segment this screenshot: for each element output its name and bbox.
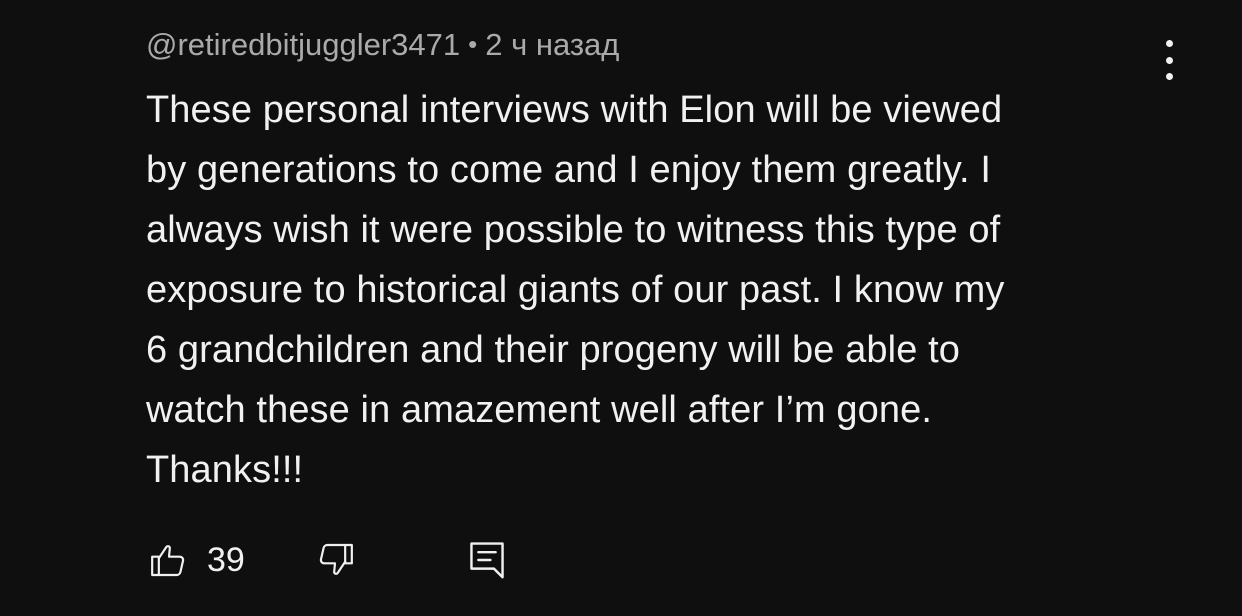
like-count: 39 bbox=[207, 541, 245, 579]
more-vertical-icon bbox=[1165, 40, 1173, 47]
comment-header: @retiredbitjuggler3471 • 2 ч назад bbox=[146, 22, 1146, 67]
comment-line: by generations to come and I enjoy them … bbox=[146, 149, 991, 191]
more-actions-button[interactable] bbox=[1154, 40, 1184, 80]
comment-line: Thanks!!! bbox=[146, 449, 304, 491]
comment-line: always wish it were possible to witness … bbox=[146, 209, 1001, 251]
thumbs-down-icon bbox=[316, 540, 356, 580]
thumbs-up-icon bbox=[148, 540, 188, 580]
like-button[interactable]: 39 bbox=[148, 538, 245, 582]
more-vertical-icon-dot bbox=[1165, 73, 1173, 80]
comment-actions-bar: 39 bbox=[148, 538, 548, 582]
comment: @retiredbitjuggler3471 • 2 ч назад These p… bbox=[146, 22, 1146, 500]
reply-comment-icon bbox=[468, 539, 506, 581]
meta-separator: • bbox=[468, 29, 478, 59]
comment-line: These personal interviews with Elon will… bbox=[146, 89, 1003, 131]
dislike-button[interactable] bbox=[316, 538, 356, 582]
comment-line: watch these in amazement well after I’m … bbox=[146, 389, 932, 431]
comment-timestamp[interactable]: 2 ч назад bbox=[485, 27, 619, 62]
reply-button[interactable] bbox=[468, 538, 506, 582]
comment-text: These personal interviews with Elon will… bbox=[146, 80, 1146, 500]
comment-line: exposure to historical giants of our pas… bbox=[146, 269, 1005, 311]
comment-line: 6 grandchildren and their progeny will b… bbox=[146, 329, 960, 371]
author-handle[interactable]: @retiredbitjuggler3471 bbox=[146, 27, 460, 62]
more-vertical-icon-dot bbox=[1165, 56, 1173, 64]
